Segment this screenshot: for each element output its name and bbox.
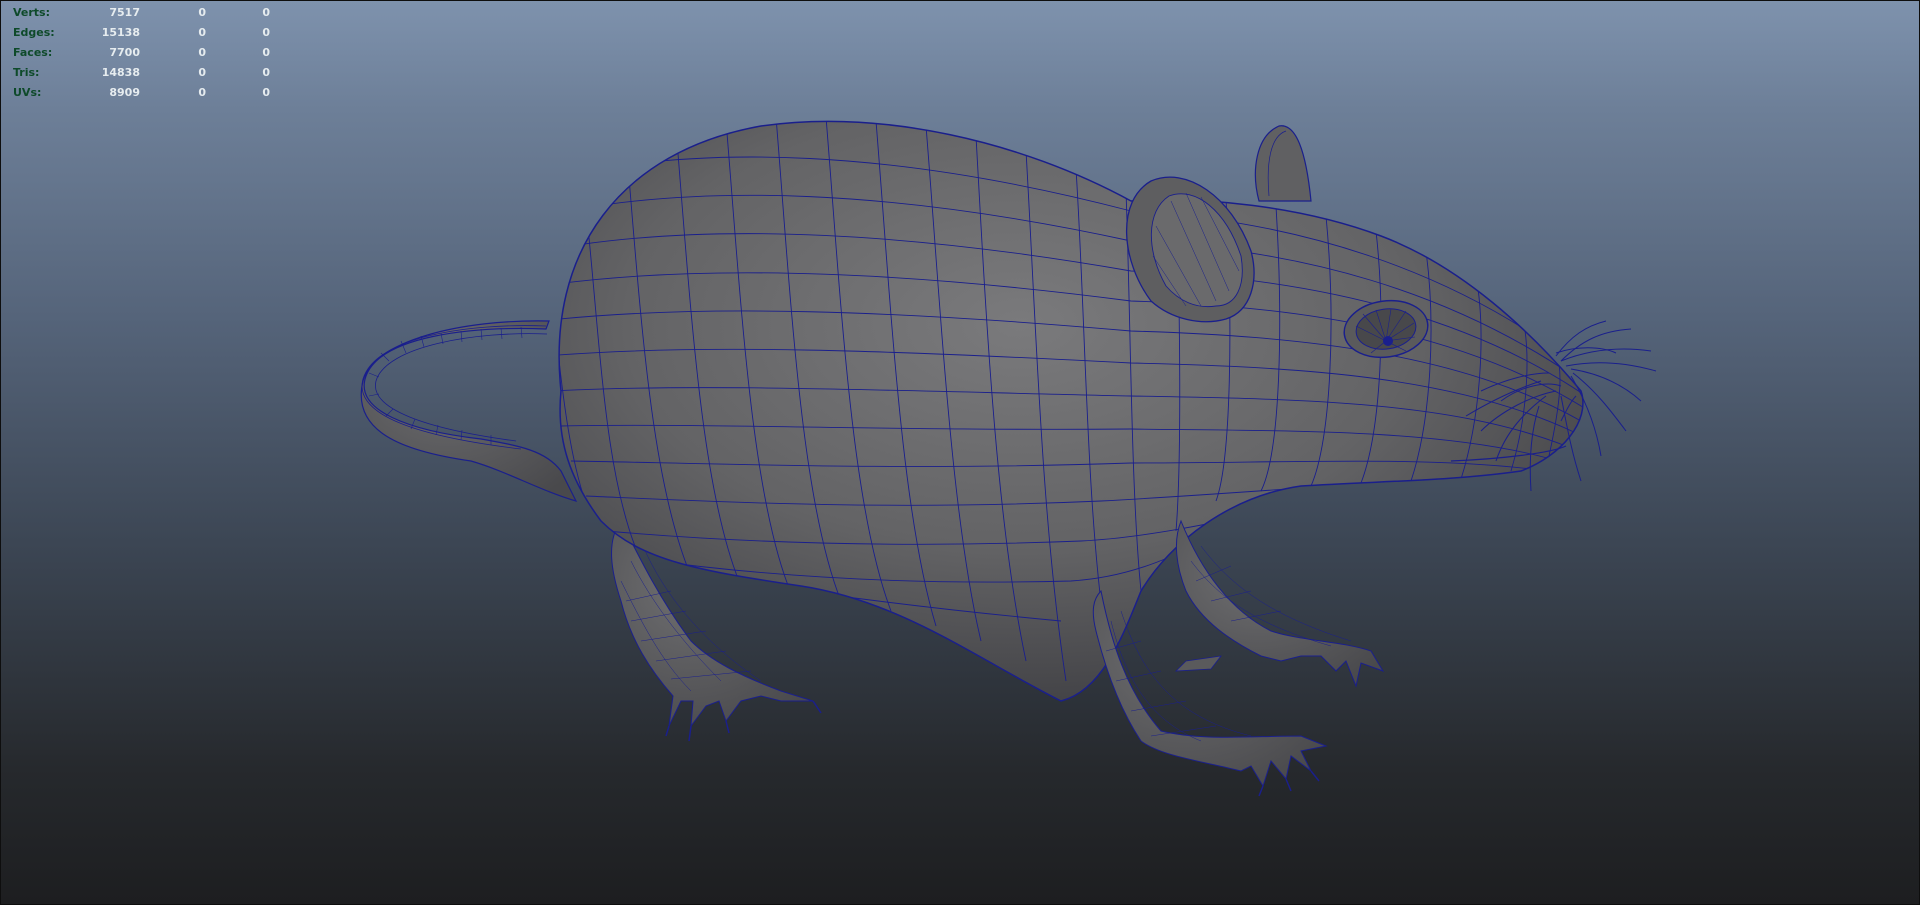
front-leg-far [1174, 519, 1385, 688]
tail [360, 320, 578, 502]
rat-mesh-model[interactable] [1, 1, 1920, 905]
body [558, 120, 1584, 702]
ear-back [1254, 125, 1312, 202]
viewport-panel[interactable]: Verts: 7517 0 0 Edges: 15138 0 0 Faces: … [0, 0, 1920, 905]
